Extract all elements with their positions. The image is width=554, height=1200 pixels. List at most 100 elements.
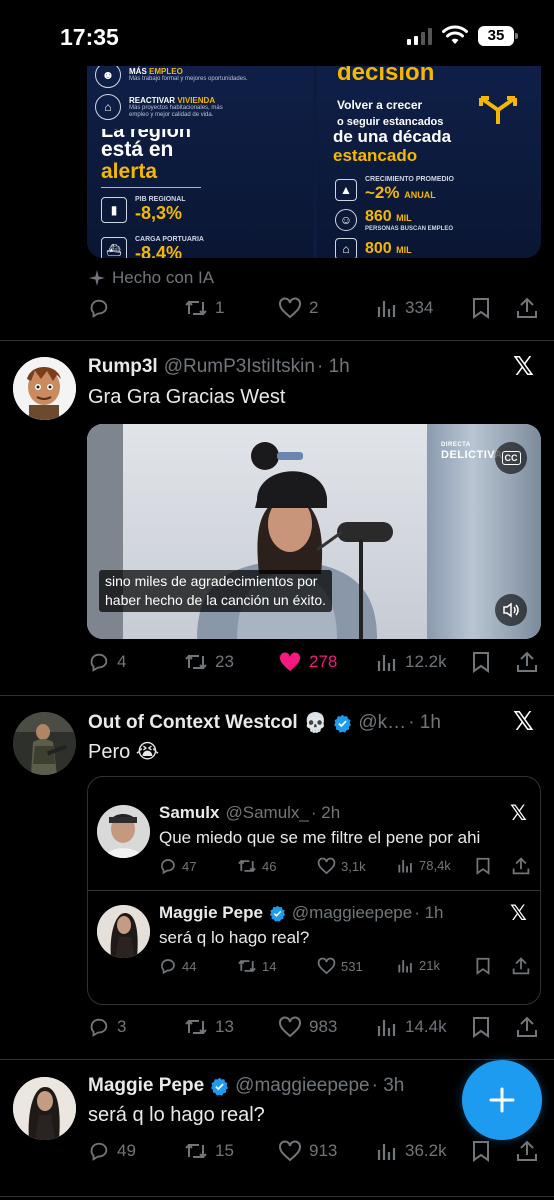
user-handle[interactable]: @Samulx_ — [225, 803, 308, 823]
infographic-left-panel: ☻ MÁS EMPLEO Más trabajo formal y mejore… — [87, 66, 313, 258]
share-button[interactable] — [512, 957, 530, 975]
like-button[interactable]: 531 — [317, 957, 363, 975]
made-with-ai-label[interactable]: Hecho con IA — [88, 268, 214, 288]
like-button[interactable]: 913 — [278, 1140, 337, 1162]
views-chart-icon — [377, 301, 396, 317]
share-icon — [517, 1016, 537, 1037]
heart-icon — [279, 297, 301, 319]
views-chart-icon — [377, 1144, 396, 1160]
post-text: será q lo hago real? — [88, 1104, 265, 1126]
heart-icon — [317, 957, 336, 975]
group-icon: ☺ — [335, 209, 357, 231]
like-button[interactable]: 983 — [278, 1016, 337, 1038]
display-name[interactable]: Rump3l — [88, 356, 158, 378]
bookmark-button[interactable] — [471, 1016, 491, 1038]
user-handle[interactable]: @maggieepepe — [292, 903, 412, 923]
bookmark-button[interactable] — [471, 297, 491, 319]
post-divider — [0, 1196, 554, 1197]
views-button[interactable]: 14.4k — [376, 1016, 447, 1038]
avatar-image — [13, 712, 76, 775]
post-image-infographic[interactable]: ☻ MÁS EMPLEO Más trabajo formal y mejore… — [87, 66, 541, 258]
share-button[interactable] — [516, 1016, 538, 1038]
post-divider — [0, 695, 554, 696]
display-name[interactable]: Maggie Pepe — [159, 903, 263, 923]
compose-post-button[interactable] — [462, 1060, 542, 1140]
repost-button[interactable]: 1 — [184, 297, 224, 319]
x-logo-icon[interactable]: 𝕏 — [513, 707, 534, 737]
views-button[interactable]: 334 — [376, 297, 433, 319]
like-button[interactable]: 2 — [278, 297, 318, 319]
post-actions: 4 23 278 12.2k — [88, 651, 542, 675]
repost-icon — [185, 654, 207, 670]
avatar[interactable] — [13, 712, 76, 775]
reply-button[interactable]: 47 — [159, 857, 196, 875]
repost-button[interactable]: 23 — [184, 651, 234, 673]
views-chart-icon — [398, 860, 412, 873]
video-player[interactable]: DIRECTA DELICTIVA CC sino miles de agrad… — [87, 424, 541, 639]
quoted-thread[interactable]: Samulx @Samulx_ · 2h 𝕏 Que miedo que se … — [87, 776, 541, 1005]
share-button[interactable] — [516, 651, 538, 673]
reply-icon — [161, 859, 175, 875]
reply-button[interactable] — [88, 297, 117, 319]
verified-badge-icon — [269, 905, 286, 922]
repost-button[interactable]: 13 — [184, 1016, 234, 1038]
avatar[interactable] — [13, 1077, 76, 1140]
user-handle[interactable]: @k… — [358, 712, 406, 734]
display-name[interactable]: Samulx — [159, 803, 219, 823]
share-button[interactable] — [512, 857, 530, 875]
share-icon — [517, 651, 537, 672]
views-button[interactable]: 36.2k — [376, 1140, 447, 1162]
post-header: Out of Context Westcol 💀 @k… · 1h — [88, 711, 441, 735]
like-button[interactable]: 278 — [278, 651, 337, 673]
infographic-item: ☻ MÁS EMPLEO Más trabajo formal y mejore… — [95, 66, 248, 88]
avatar[interactable] — [97, 905, 150, 958]
x-logo-icon[interactable]: 𝕏 — [510, 901, 527, 925]
avatar[interactable] — [13, 357, 76, 420]
like-button[interactable]: 3,1k — [317, 857, 366, 875]
reply-button[interactable]: 49 — [88, 1140, 136, 1162]
reply-button[interactable]: 4 — [88, 651, 126, 673]
x-logo-icon[interactable]: 𝕏 — [510, 801, 527, 825]
post-text: Pero 😭 — [88, 741, 160, 763]
views-chart-icon — [398, 960, 412, 973]
views-chart-icon — [377, 655, 396, 671]
user-handle[interactable]: @RumP3IstiItskin — [164, 356, 315, 378]
x-logo-icon[interactable]: 𝕏 — [513, 352, 534, 382]
home-icon: ⌂ — [335, 238, 357, 258]
share-button[interactable] — [516, 1140, 538, 1162]
views-button[interactable]: 12.2k — [376, 651, 447, 673]
heart-icon — [279, 1140, 301, 1162]
reply-button[interactable]: 3 — [88, 1016, 126, 1038]
bookmark-button[interactable] — [471, 651, 491, 673]
views-button[interactable]: 78,4k — [397, 857, 451, 874]
user-handle[interactable]: @maggieepepe — [235, 1075, 369, 1097]
infographic-stat: ▮ PIB REGIONAL -8,3% — [101, 196, 186, 224]
repost-icon — [185, 1143, 207, 1159]
avatar[interactable] — [97, 805, 150, 858]
views-button[interactable]: 21k — [397, 957, 440, 974]
repost-icon — [185, 300, 207, 316]
quote-header: Maggie Pepe @maggieepepe · 1h — [159, 903, 444, 923]
bookmark-icon — [473, 652, 489, 673]
volume-button[interactable] — [495, 594, 527, 626]
closed-captions-button[interactable]: CC — [495, 442, 527, 474]
display-name[interactable]: Maggie Pepe — [88, 1075, 204, 1097]
reply-icon — [90, 299, 108, 318]
bookmark-button[interactable] — [471, 1140, 491, 1162]
skull-emoji: 💀 — [303, 713, 328, 734]
sparkle-icon — [89, 270, 105, 286]
reply-button[interactable]: 44 — [159, 957, 196, 975]
bookmark-button[interactable] — [475, 957, 491, 975]
share-button[interactable] — [516, 297, 538, 319]
bookmark-icon — [476, 857, 490, 875]
repost-button[interactable]: 46 — [237, 857, 276, 875]
repost-button[interactable]: 14 — [237, 957, 276, 975]
bookmark-button[interactable] — [475, 857, 491, 875]
post-divider — [0, 340, 554, 341]
quote-actions: 44 14 531 21k — [159, 957, 531, 977]
heart-icon — [279, 1016, 301, 1038]
share-icon — [517, 297, 537, 318]
repost-button[interactable]: 15 — [184, 1140, 234, 1162]
infographic-stat: ⛴ CARGA PORTUARIA -8,4% — [101, 236, 204, 258]
display-name[interactable]: Out of Context Westcol — [88, 712, 298, 734]
